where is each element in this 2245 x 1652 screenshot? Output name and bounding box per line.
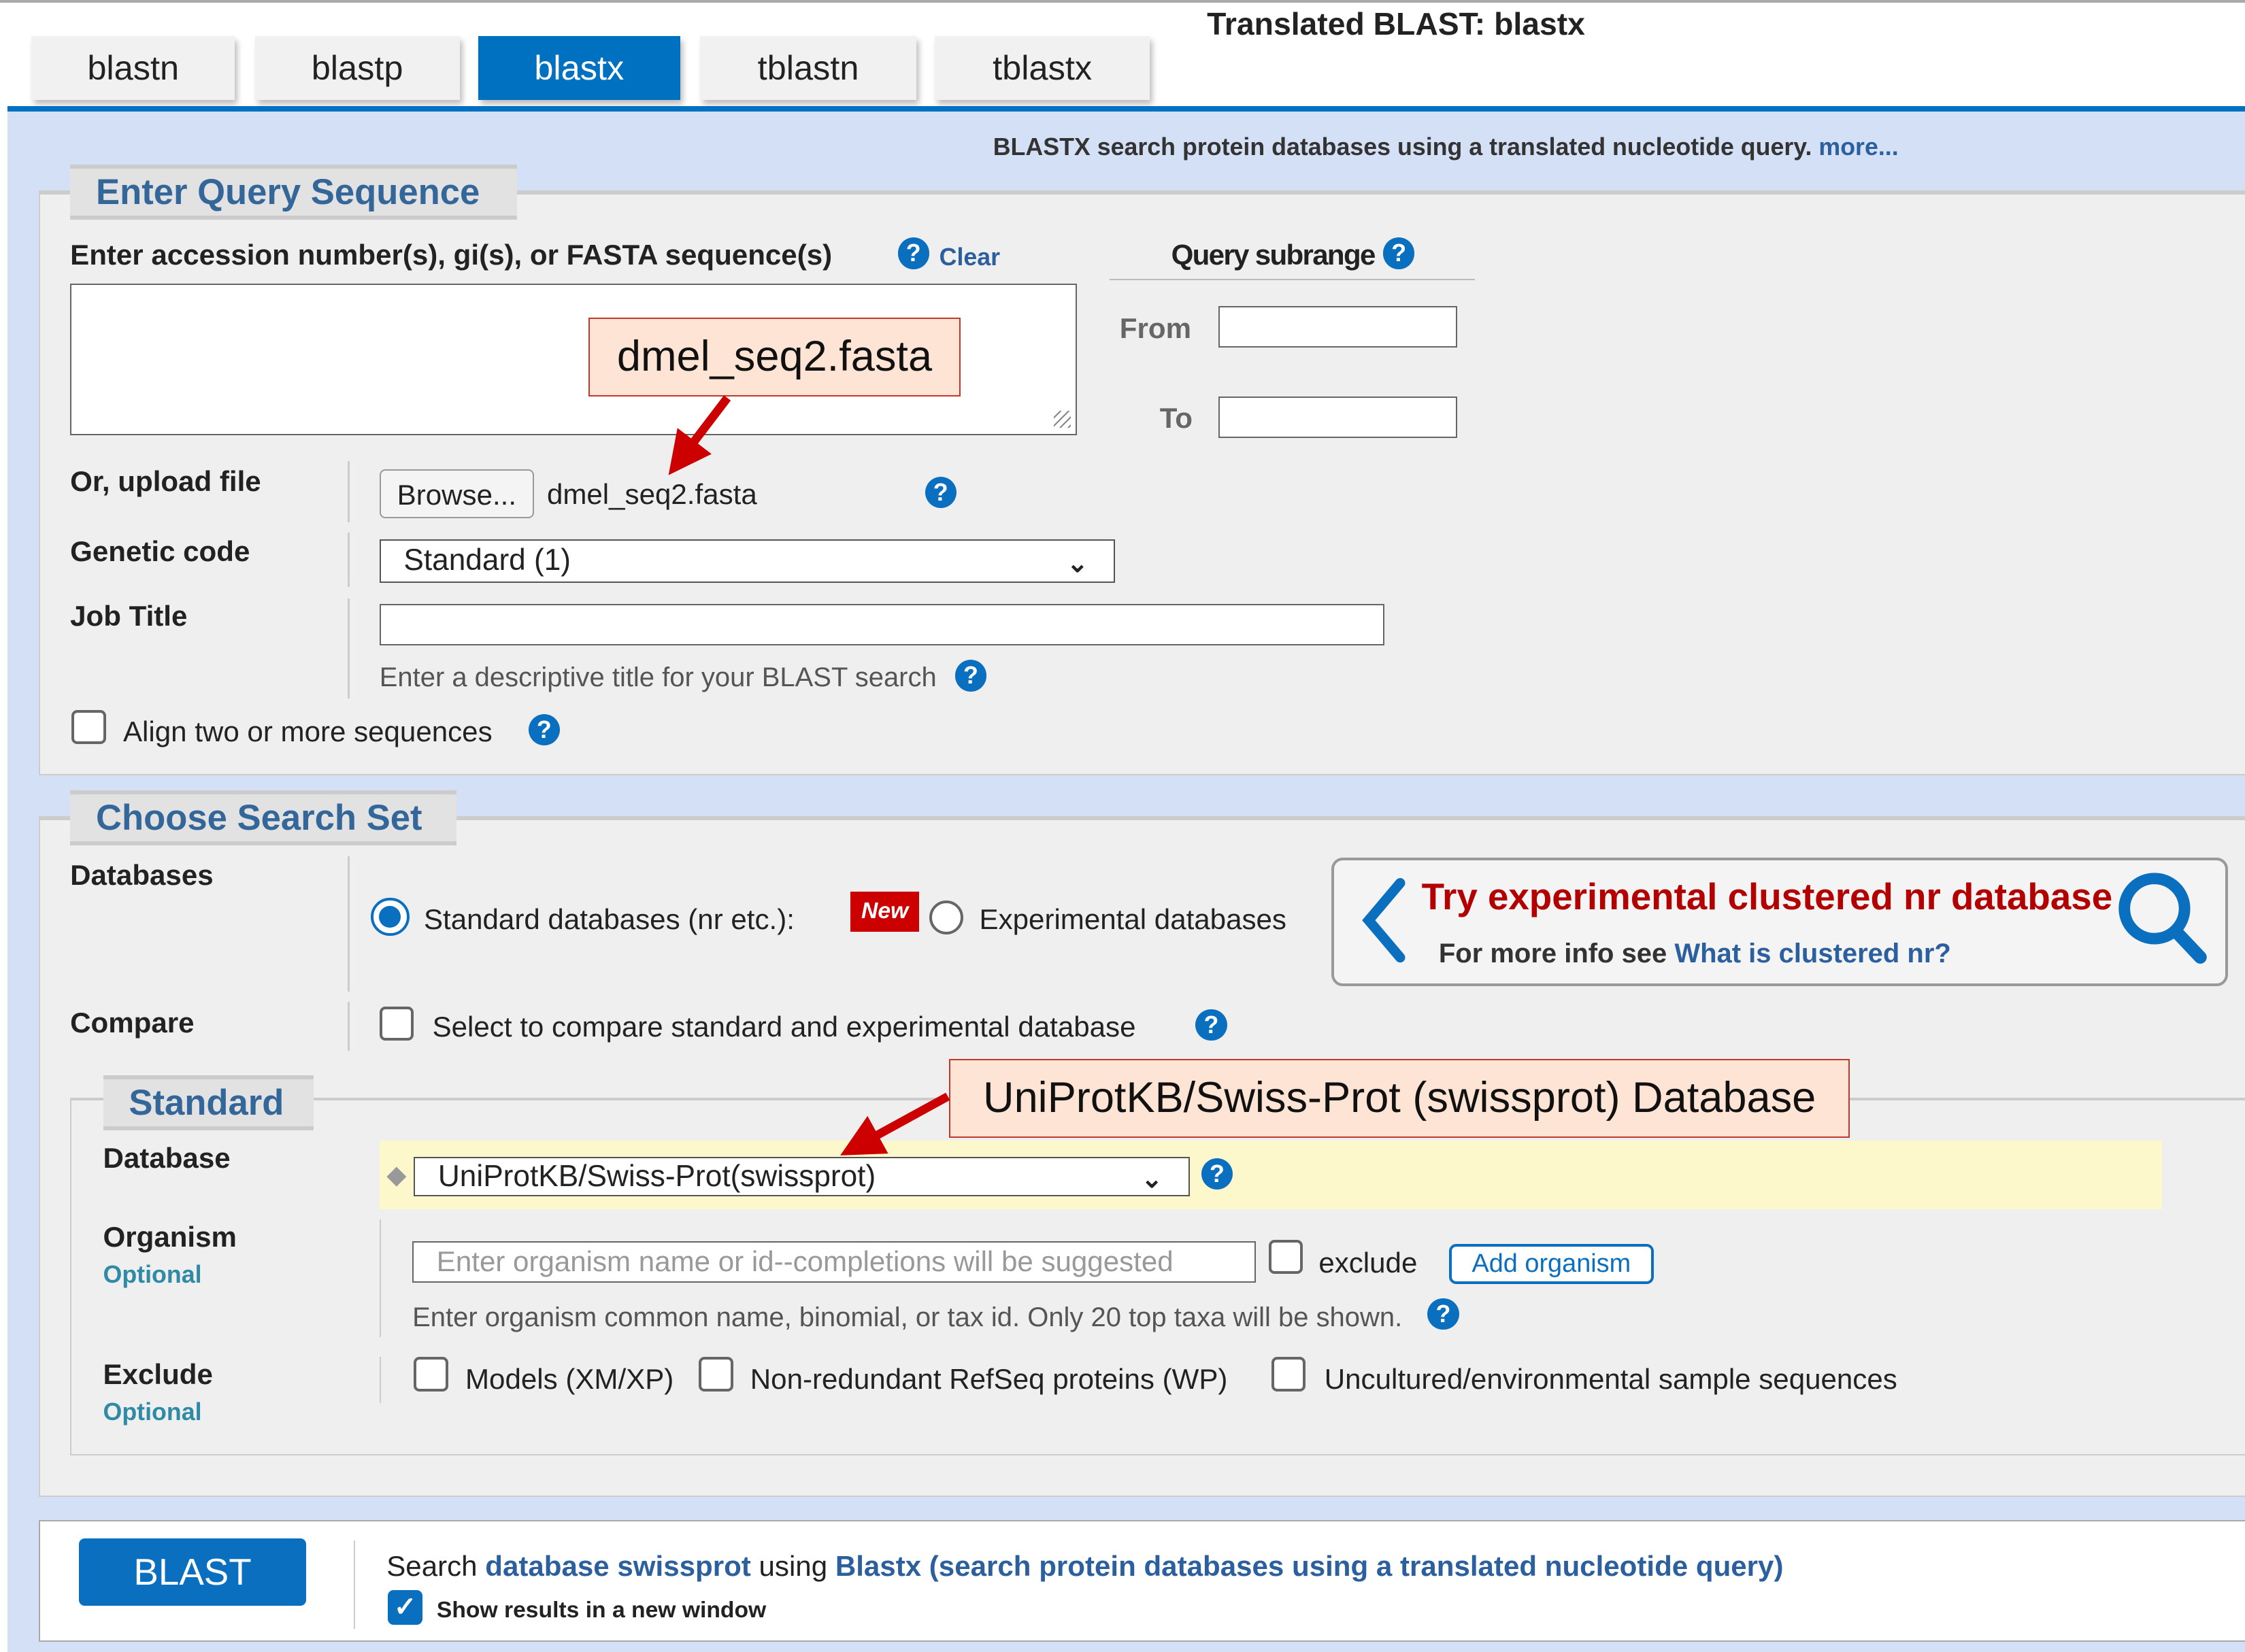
exclude-wp-checkbox[interactable] bbox=[699, 1357, 733, 1392]
divider bbox=[379, 1357, 381, 1403]
exclude-label: Exclude bbox=[103, 1358, 213, 1391]
help-icon[interactable]: ? bbox=[528, 714, 560, 746]
page-title: Translated BLAST: blastx bbox=[1207, 6, 1585, 42]
browse-button[interactable]: Browse... bbox=[379, 469, 534, 518]
divider bbox=[348, 460, 350, 523]
clustered-nr-promo[interactable]: Try experimental clustered nr database F… bbox=[1331, 857, 2228, 987]
compare-text: Select to compare standard and experimen… bbox=[432, 1010, 1136, 1043]
experimental-db-label: Experimental databases bbox=[979, 903, 1286, 935]
from-label: From bbox=[1119, 311, 1191, 344]
query-legend: Enter Query Sequence bbox=[70, 165, 517, 220]
exclude-models-checkbox[interactable] bbox=[414, 1357, 448, 1392]
help-icon[interactable]: ? bbox=[1383, 237, 1415, 269]
exclude-models-label: Models (XM/XP) bbox=[465, 1362, 674, 1395]
compare-label: Compare bbox=[70, 1006, 195, 1039]
promo-title[interactable]: Try experimental clustered nr database bbox=[1422, 875, 2112, 918]
file-callout: dmel_seq2.fasta bbox=[588, 318, 961, 397]
new-window-checkbox[interactable]: ✓ bbox=[388, 1590, 422, 1625]
divider bbox=[348, 532, 350, 587]
search-summary: Search database swissprot using Blastx (… bbox=[386, 1550, 1783, 1583]
to-label: To bbox=[1159, 402, 1193, 435]
genetic-code-value: Standard (1) bbox=[403, 543, 571, 577]
subrange-divider bbox=[1110, 279, 1475, 281]
query-subrange-label: Query subrange bbox=[1171, 239, 1376, 271]
database-value: UniProtKB/Swiss-Prot(swissprot) bbox=[437, 1159, 876, 1193]
query-panel bbox=[38, 190, 2245, 776]
from-input[interactable] bbox=[1218, 306, 1458, 348]
uploaded-file-name: dmel_seq2.fasta bbox=[546, 477, 757, 510]
job-title-label: Job Title bbox=[70, 599, 188, 632]
search-set-legend: Choose Search Set bbox=[70, 790, 457, 846]
using-text: using bbox=[759, 1550, 828, 1583]
promo-prefix: For more info see bbox=[1438, 939, 1667, 969]
more-link[interactable]: more... bbox=[1818, 133, 1898, 161]
exclude-organism-checkbox[interactable] bbox=[1268, 1239, 1303, 1275]
exclude-uncultured-label: Uncultured/environmental sample sequence… bbox=[1324, 1362, 1897, 1395]
clear-link[interactable]: Clear bbox=[939, 243, 1000, 271]
new-badge: New bbox=[850, 892, 920, 932]
standard-legend: Standard bbox=[103, 1075, 314, 1130]
resize-handle[interactable] bbox=[1053, 411, 1071, 428]
divider bbox=[348, 856, 350, 992]
search-prefix: Search bbox=[386, 1550, 478, 1583]
help-icon[interactable]: ? bbox=[954, 660, 987, 692]
clustered-nr-link[interactable]: What is clustered nr? bbox=[1674, 939, 1950, 968]
database-label: Database bbox=[103, 1142, 231, 1175]
genetic-code-select[interactable]: Standard (1) ⌄ bbox=[379, 539, 1116, 583]
tab-blastp[interactable]: blastp bbox=[254, 35, 460, 101]
new-window-label: Show results in a new window bbox=[436, 1597, 767, 1623]
blast-button[interactable]: BLAST bbox=[78, 1538, 307, 1606]
standard-db-label: Standard databases (nr etc.): bbox=[423, 903, 795, 935]
standard-db-radio[interactable] bbox=[371, 897, 410, 937]
help-icon[interactable]: ? bbox=[1195, 1009, 1227, 1041]
database-select[interactable]: UniProtKB/Swiss-Prot(swissprot) ⌄ bbox=[414, 1156, 1190, 1197]
chevron-down-icon: ⌄ bbox=[1066, 549, 1088, 578]
genetic-code-label: Genetic code bbox=[70, 535, 250, 568]
blastx-page: blastn blastp blastx tblastn tblastx Tra… bbox=[0, 0, 2245, 1652]
organism-input[interactable]: Enter organism name or id--completions w… bbox=[412, 1241, 1256, 1283]
tab-blastx[interactable]: blastx bbox=[478, 35, 680, 101]
promo-text: For more info see What is clustered nr? bbox=[1439, 939, 1951, 969]
add-organism-button[interactable]: Add organism bbox=[1448, 1243, 1654, 1284]
tab-tblastn[interactable]: tblastn bbox=[700, 35, 916, 101]
job-title-input[interactable] bbox=[379, 604, 1385, 646]
divider bbox=[379, 1219, 381, 1337]
tab-tblastx[interactable]: tblastx bbox=[935, 35, 1150, 101]
align-two-checkbox[interactable] bbox=[71, 709, 106, 745]
database-callout: UniProtKB/Swiss-Prot (swissprot) Databas… bbox=[949, 1059, 1850, 1138]
divider bbox=[348, 1002, 350, 1051]
compare-checkbox[interactable] bbox=[379, 1006, 414, 1041]
description-text: BLASTX search protein databases using a … bbox=[993, 133, 1812, 161]
exclude-organism-label: exclude bbox=[1318, 1247, 1418, 1279]
organism-optional: Optional bbox=[103, 1261, 202, 1289]
organism-label: Organism bbox=[103, 1221, 237, 1253]
top-border bbox=[0, 0, 2245, 3]
tab-underline bbox=[7, 105, 2245, 112]
help-icon[interactable]: ? bbox=[1201, 1158, 1233, 1190]
accession-label: Enter accession number(s), gi(s), or FAS… bbox=[70, 239, 833, 271]
exclude-uncultured-checkbox[interactable] bbox=[1271, 1357, 1306, 1392]
program-link[interactable]: Blastx (search protein databases using a… bbox=[835, 1550, 1784, 1582]
divider bbox=[348, 598, 350, 699]
divider bbox=[353, 1540, 355, 1630]
help-icon[interactable]: ? bbox=[925, 476, 957, 509]
exclude-wp-label: Non-redundant RefSeq proteins (WP) bbox=[750, 1362, 1228, 1395]
organism-hint: Enter organism common name, binomial, or… bbox=[412, 1302, 1403, 1333]
chevron-down-icon: ⌄ bbox=[1141, 1164, 1163, 1194]
help-icon[interactable]: ? bbox=[1427, 1298, 1459, 1330]
exclude-optional: Optional bbox=[103, 1398, 202, 1426]
help-icon[interactable]: ? bbox=[897, 237, 929, 269]
to-input[interactable] bbox=[1218, 396, 1458, 438]
program-description: BLASTX search protein databases using a … bbox=[993, 133, 1899, 161]
search-icon[interactable] bbox=[2114, 869, 2212, 966]
databases-label: Databases bbox=[70, 858, 214, 891]
tab-blastn[interactable]: blastn bbox=[31, 35, 235, 101]
job-title-hint: Enter a descriptive title for your BLAST… bbox=[379, 662, 937, 693]
database-link[interactable]: database swissprot bbox=[485, 1550, 751, 1582]
upload-label: Or, upload file bbox=[70, 465, 261, 497]
align-two-label: Align two or more sequences bbox=[122, 715, 493, 748]
diamond-icon: ◆ bbox=[386, 1160, 407, 1190]
chevron-left-icon[interactable] bbox=[1357, 877, 1409, 963]
